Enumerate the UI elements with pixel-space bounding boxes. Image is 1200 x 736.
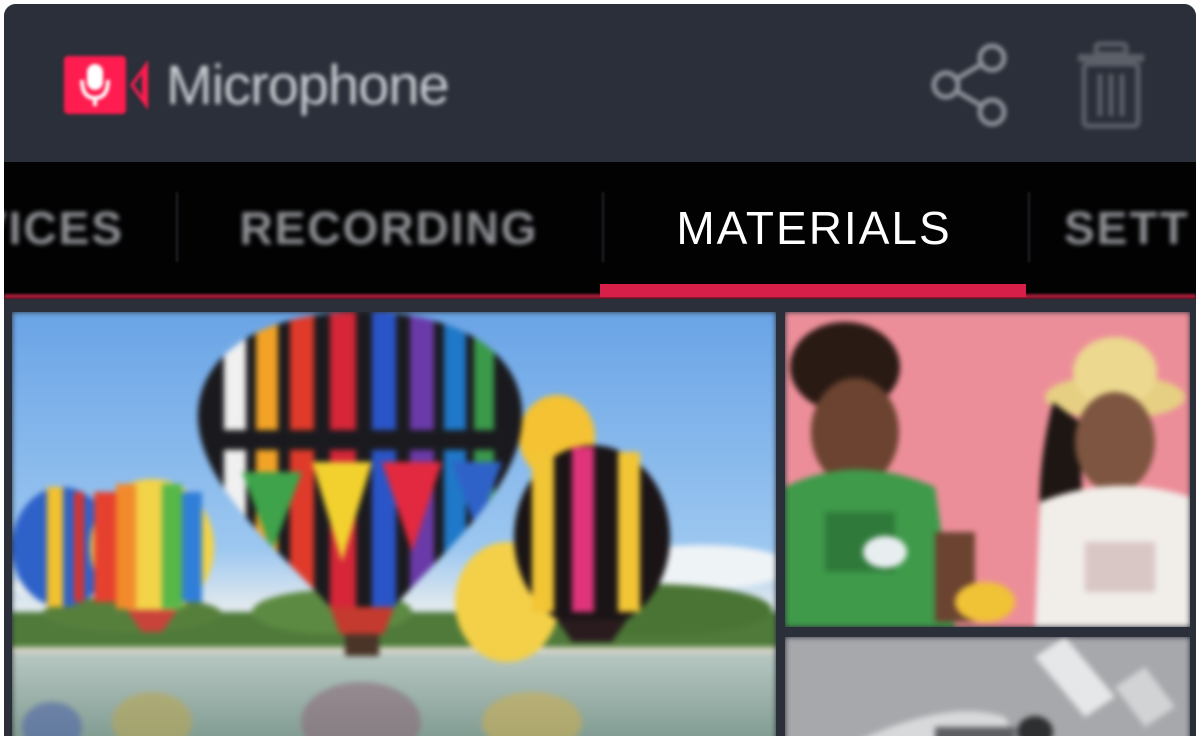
tab-bar: VICES RECORDING MATERIALS SETT bbox=[4, 162, 1196, 299]
app-window: Microphone VICES RECORDING MATERIALS SET… bbox=[4, 4, 1196, 736]
tab-recording[interactable]: RECORDING bbox=[182, 162, 596, 294]
kids-photo bbox=[785, 312, 1190, 627]
tab-settings[interactable]: SETT bbox=[1064, 162, 1196, 294]
materials-gallery bbox=[4, 299, 1196, 736]
trash-icon[interactable] bbox=[1066, 40, 1156, 130]
gallery-tile-bw[interactable] bbox=[785, 637, 1190, 736]
tab-divider bbox=[1028, 192, 1030, 262]
active-tab-indicator bbox=[600, 284, 1026, 297]
app-title: Microphone bbox=[166, 53, 450, 116]
tab-devices[interactable]: VICES bbox=[4, 162, 124, 294]
app-bar: Microphone bbox=[4, 4, 1196, 162]
gallery-tile-balloons[interactable] bbox=[12, 312, 776, 736]
gallery-tile-kids[interactable] bbox=[785, 312, 1190, 627]
balloons-photo bbox=[12, 312, 776, 736]
tab-materials[interactable]: MATERIALS bbox=[602, 162, 1026, 294]
bw-photo bbox=[785, 637, 1190, 736]
tab-divider bbox=[176, 192, 178, 262]
share-icon[interactable] bbox=[924, 40, 1014, 130]
microphone-video-icon bbox=[64, 56, 148, 114]
